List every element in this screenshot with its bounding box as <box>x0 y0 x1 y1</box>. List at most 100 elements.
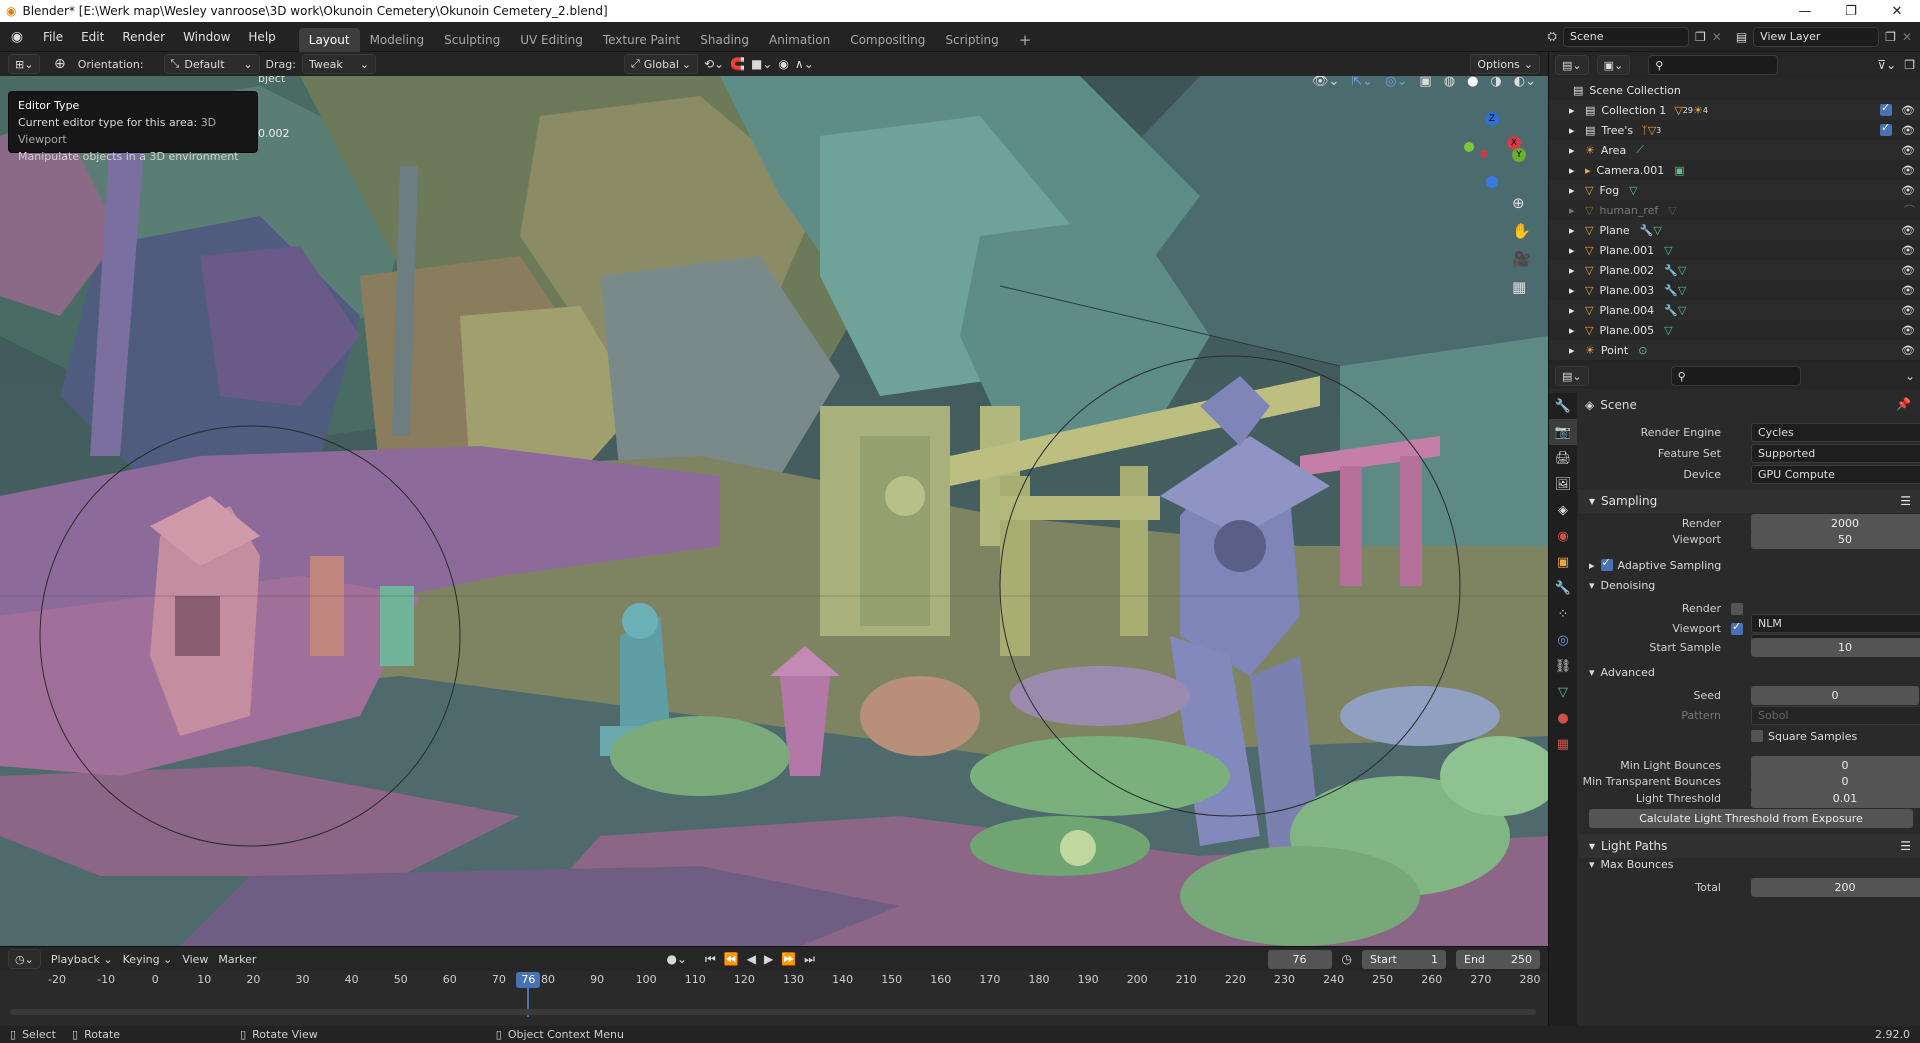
delete-view-layer-icon[interactable]: ✕ <box>1902 30 1912 44</box>
editor-type-button[interactable]: ⊞⌄ <box>8 54 40 74</box>
eye-icon[interactable]: 👁 <box>1901 164 1915 177</box>
scene-collection-row[interactable]: ▤ Scene Collection <box>1549 80 1920 100</box>
rendered-shading-icon[interactable]: ◐⌄ <box>1514 76 1536 89</box>
sampling-panel-header[interactable]: ▾ Sampling ☰ <box>1579 489 1920 513</box>
outliner-editor-type[interactable]: ▤⌄ <box>1555 55 1589 75</box>
pivot-point-icon[interactable]: ⟲⌄ <box>704 57 724 71</box>
properties-options-icon[interactable]: ⌄ <box>1905 369 1915 383</box>
expand-icon[interactable]: ▸ <box>1569 224 1585 237</box>
scene-selector-icon[interactable]: ⛭ <box>1547 29 1557 44</box>
eye-icon[interactable]: 👁 <box>1901 324 1915 337</box>
eye-icon[interactable]: 👁 <box>1901 244 1915 257</box>
outliner-row[interactable]: ▸ ▤ Collection 1 ▽29 ☀4 👁 <box>1549 100 1920 120</box>
outliner-row[interactable]: ▸ ▽ Plane.001 ▽ 👁 <box>1549 240 1920 260</box>
overlay-icon[interactable]: ◎⌄ <box>1385 76 1407 89</box>
pan-hand-icon[interactable]: ✋ <box>1512 222 1531 240</box>
exclude-checkbox[interactable] <box>1880 101 1892 116</box>
properties-search-input[interactable]: ⚲ <box>1670 366 1801 386</box>
view-layer-tab-icon[interactable]: 🖼 <box>1549 471 1577 497</box>
data-tab-icon[interactable]: ▽ <box>1549 679 1577 705</box>
gizmo-z-axis[interactable]: Z <box>1485 112 1499 126</box>
new-collection-icon[interactable]: ❐ <box>1904 58 1915 72</box>
minimize-icon[interactable]: — <box>1782 0 1828 22</box>
visibility-icon[interactable]: 👁⌄ <box>1312 76 1339 89</box>
modifier-tab-icon[interactable]: 🔧 <box>1549 575 1577 601</box>
outliner-row[interactable]: ▸ ▽ Plane.004 🔧 ▽ 👁 <box>1549 300 1920 320</box>
particles-tab-icon[interactable]: ⁘ <box>1549 601 1577 627</box>
light-threshold-field[interactable]: 0.01 <box>1751 789 1920 808</box>
tab-layout[interactable]: Layout <box>298 27 360 52</box>
new-view-layer-icon[interactable]: ❐ <box>1885 30 1896 44</box>
delete-scene-icon[interactable]: ✕ <box>1712 30 1722 44</box>
texture-tab-icon[interactable]: ▦ <box>1549 731 1577 757</box>
tab-uv-editing[interactable]: UV Editing <box>510 28 593 52</box>
menu-window[interactable]: Window <box>174 26 239 48</box>
object-tab-icon[interactable]: ▣ <box>1549 549 1577 575</box>
outliner-row[interactable]: ▸ ▽ Plane 🔧 ▽ 👁 <box>1549 220 1920 240</box>
eye-icon[interactable]: 👁 <box>1901 144 1915 157</box>
expand-icon[interactable]: ▸ <box>1569 284 1585 297</box>
solid-shading-icon[interactable]: ● <box>1467 76 1478 89</box>
perspective-grid-icon[interactable]: ▦ <box>1512 278 1531 296</box>
eye-icon[interactable]: 👁 <box>1901 124 1915 137</box>
expand-icon[interactable]: ▸ <box>1569 304 1585 317</box>
tab-scripting[interactable]: Scripting <box>935 28 1008 52</box>
world-tab-icon[interactable]: ◉ <box>1549 523 1577 549</box>
outliner-display-mode[interactable]: ▣⌄ <box>1596 55 1631 75</box>
view-layer-icon[interactable]: ▤ <box>1736 30 1747 44</box>
gizmo-neg-y[interactable] <box>1464 142 1474 152</box>
start-sample-field[interactable]: 10 <box>1751 638 1920 657</box>
expand-icon[interactable]: ▸ <box>1569 244 1585 257</box>
render-engine-select[interactable]: Cycles <box>1751 423 1920 442</box>
gizmo-y-axis[interactable]: Y <box>1512 148 1526 162</box>
eye-icon[interactable]: 👁 <box>1901 344 1915 357</box>
outliner-row[interactable]: ▸ ☀ Point ⊙ 👁 <box>1549 340 1920 360</box>
total-bounces-field[interactable]: 200 <box>1751 878 1920 897</box>
outliner-row[interactable]: ▸ ▤ Tree's ᛉ ▽3 👁 <box>1549 120 1920 140</box>
calculate-light-threshold-button[interactable]: Calculate Light Threshold from Exposure <box>1589 809 1913 828</box>
advanced-subpanel[interactable]: ▾ Advanced <box>1589 662 1655 682</box>
orientation-select[interactable]: ⤡ Default ⌄ <box>163 54 260 74</box>
expand-icon[interactable]: ▸ <box>1569 164 1585 177</box>
playhead-frame-badge[interactable]: 76 <box>516 972 541 988</box>
timeline-scrollbar[interactable] <box>10 1009 1536 1015</box>
snap-target-icon[interactable]: ■⌄ <box>751 57 772 71</box>
tab-sculpting[interactable]: Sculpting <box>434 28 510 52</box>
seed-field[interactable]: 0 <box>1751 686 1919 705</box>
material-shading-icon[interactable]: ◑ <box>1490 76 1501 89</box>
render-tab-icon[interactable]: 📷 <box>1549 419 1577 445</box>
expand-icon[interactable]: ▸ <box>1569 264 1585 277</box>
3d-viewport[interactable]: 👁⌄ ⇱⌄ ◎⌄ ▣ ◍ ● ◑ ◐⌄ Z X Y ⊕ ✋ 🎥 ▦ bject … <box>0 76 1548 946</box>
outliner-row[interactable]: ▸ ▸ Camera.001 ▣ 👁 <box>1549 160 1920 180</box>
square-samples-checkbox[interactable] <box>1751 730 1763 742</box>
outliner-row[interactable]: ▸ ▽ Plane.003 🔧 ▽ 👁 <box>1549 280 1920 300</box>
gizmo-icon[interactable]: ⇱⌄ <box>1351 76 1373 89</box>
eye-icon[interactable]: 👁 <box>1901 264 1915 277</box>
tab-animation[interactable]: Animation <box>759 28 840 52</box>
transform-space-select[interactable]: ⤢ Global ⌄ <box>623 54 698 74</box>
tab-compositing[interactable]: Compositing <box>840 28 935 52</box>
transform-pivot-icon[interactable]: ⊕ <box>54 56 66 72</box>
eye-icon[interactable]: 👁 <box>1901 224 1915 237</box>
eye-icon[interactable]: 👁 <box>1901 304 1915 317</box>
adaptive-sampling-checkbox[interactable] <box>1600 556 1613 571</box>
gizmo-neg-z[interactable] <box>1486 176 1498 188</box>
menu-file[interactable]: File <box>34 26 72 48</box>
menu-edit[interactable]: Edit <box>72 26 113 48</box>
eye-icon[interactable]: 👁 <box>1901 104 1915 117</box>
square-samples-row[interactable]: Square Samples <box>1751 726 1857 746</box>
viewport-scene[interactable] <box>0 76 1548 946</box>
outliner-row[interactable]: ▸ ☀ Area ⟋ 👁 <box>1549 140 1920 160</box>
scene-tab-icon[interactable]: ◈ <box>1549 497 1577 523</box>
blender-menu-icon[interactable]: ◉ <box>0 29 34 45</box>
outliner-row[interactable]: ▸ ▽ Plane.002 🔧 ▽ 👁 <box>1549 260 1920 280</box>
expand-icon[interactable]: ▸ <box>1569 204 1585 217</box>
proportional-edit-icon[interactable]: ◉ <box>778 57 788 71</box>
tab-shading[interactable]: Shading <box>690 28 759 52</box>
outliner-row[interactable]: ▸ ▽ Plane.005 ▽ 👁 <box>1549 320 1920 340</box>
outliner-search-input[interactable]: ⚲ <box>1648 55 1779 75</box>
outliner-row[interactable]: ▸ ▽ human_ref ▽ ⌒ <box>1549 200 1920 220</box>
feature-set-select[interactable]: Supported <box>1751 444 1920 463</box>
eye-icon[interactable]: 👁 <box>1901 284 1915 297</box>
viewport-samples-field[interactable]: 50 <box>1751 530 1920 549</box>
